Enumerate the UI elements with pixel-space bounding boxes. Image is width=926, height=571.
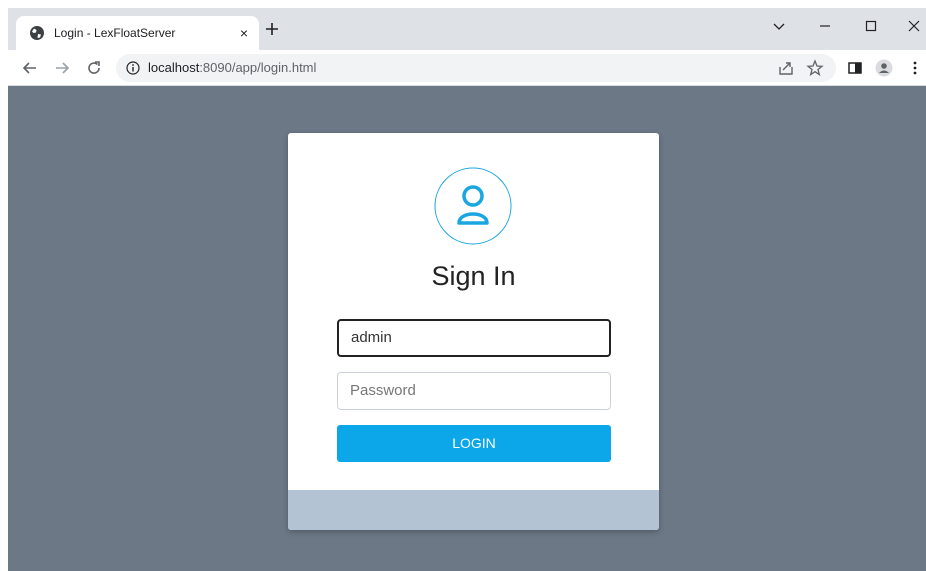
page-title: Sign In xyxy=(431,261,516,291)
share-icon[interactable] xyxy=(777,59,795,77)
tab-strip: Login - LexFloatServer × xyxy=(8,8,926,50)
card-footer xyxy=(288,490,659,530)
url-path: :8090/app/login.html xyxy=(199,60,317,75)
login-card: Sign In admin Password LOGIN xyxy=(288,133,659,530)
login-button[interactable]: LOGIN xyxy=(337,425,611,462)
reload-icon[interactable] xyxy=(85,59,103,77)
profile-icon[interactable] xyxy=(875,59,893,77)
user-icon xyxy=(434,167,512,245)
username-input[interactable]: admin xyxy=(337,319,611,357)
plus-icon[interactable] xyxy=(264,21,280,37)
tab-title: Login - LexFloatServer xyxy=(54,26,176,40)
browser-toolbar: localhost:8090/app/login.html xyxy=(8,50,926,86)
side-panel-icon[interactable] xyxy=(846,59,864,77)
arrow-left-icon[interactable] xyxy=(21,59,39,77)
maximize-icon[interactable] xyxy=(863,18,879,34)
kebab-menu-icon[interactable] xyxy=(906,59,924,77)
star-icon[interactable] xyxy=(806,59,824,77)
chevron-down-icon[interactable] xyxy=(771,18,787,34)
close-icon[interactable] xyxy=(906,18,922,34)
page-viewport: Sign In admin Password LOGIN xyxy=(8,86,926,571)
tab-login[interactable]: Login - LexFloatServer × xyxy=(16,16,259,50)
url-host: localhost xyxy=(148,60,200,75)
tab-close-icon[interactable]: × xyxy=(236,25,252,41)
info-icon[interactable] xyxy=(126,61,140,75)
password-input[interactable]: Password xyxy=(337,372,611,410)
browser-window: Login - LexFloatServer × localhost:8090/… xyxy=(8,8,926,571)
address-bar[interactable]: localhost:8090/app/login.html xyxy=(116,54,836,82)
url-text: localhost:8090/app/login.html xyxy=(148,60,316,76)
arrow-right-icon[interactable] xyxy=(53,59,71,77)
globe-icon xyxy=(30,26,44,40)
minimize-icon[interactable] xyxy=(817,18,833,34)
